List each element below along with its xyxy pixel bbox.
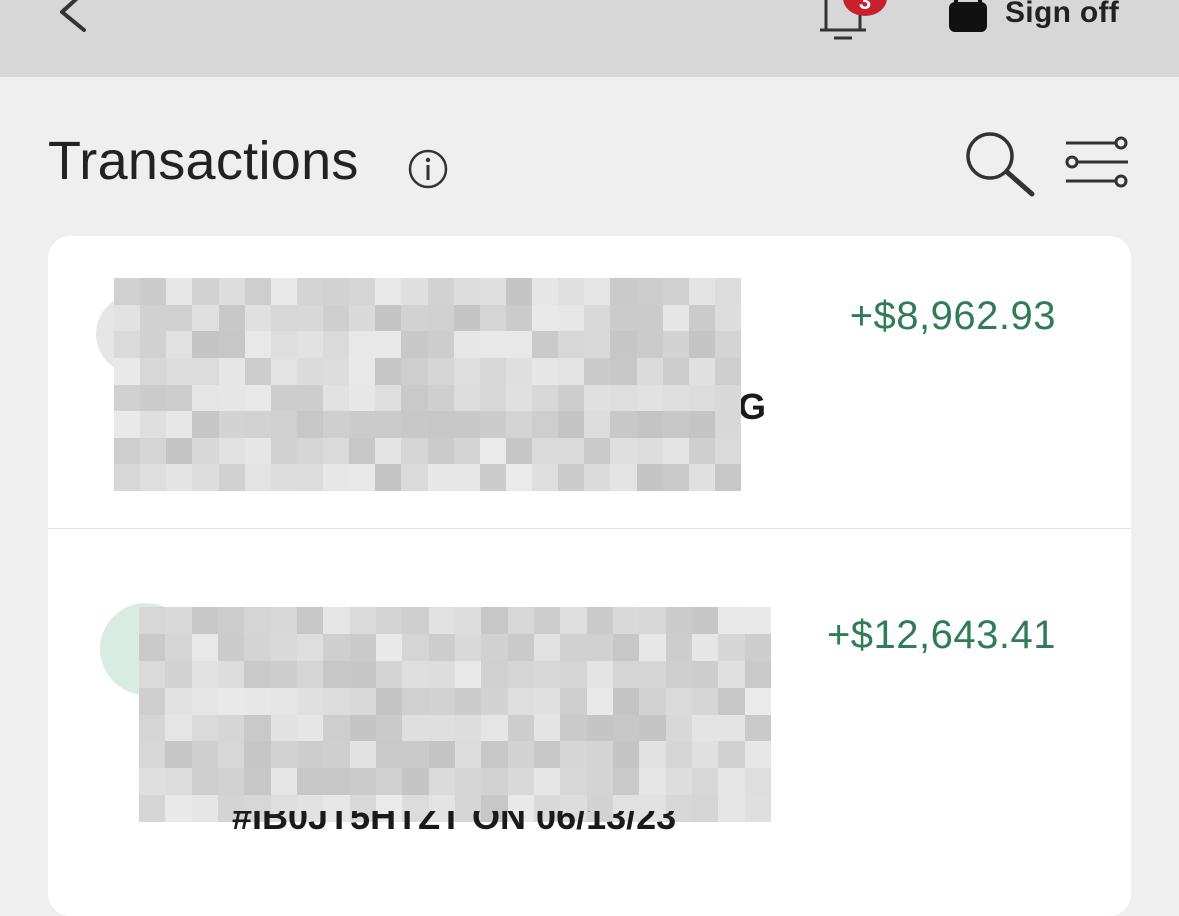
info-icon [408,149,448,189]
sign-off-button[interactable]: Sign off [945,0,1119,34]
info-button[interactable] [407,148,449,190]
transactions-list: G +$8,962.93 #IB0JT5HTZT ON 06/13/23 +$1… [48,236,1131,916]
transaction-row[interactable]: G +$8,962.93 [48,236,1131,529]
redacted-area [114,278,741,491]
transaction-amount: +$12,643.41 [826,613,1056,657]
transaction-description-fragment: G [738,386,767,427]
back-button[interactable] [52,0,100,34]
lock-icon [949,0,987,32]
sliders-icon [1065,136,1128,188]
sign-off-label: Sign off [1005,0,1120,29]
search-icon [966,132,1035,197]
transaction-amount: +$8,962.93 [849,294,1056,338]
page-title: Transactions [48,131,359,191]
transaction-reference: #IB0JT5HTZT ON 06/13/23 [232,811,677,835]
transaction-row[interactable]: #IB0JT5HTZT ON 06/13/23 +$12,643.41 [48,529,1131,909]
filter-button[interactable] [1062,133,1132,191]
top-bar: 3 Sign off [0,0,1179,77]
chevron-left-icon [60,0,86,32]
search-button[interactable] [962,130,1038,200]
redacted-area [139,607,771,822]
